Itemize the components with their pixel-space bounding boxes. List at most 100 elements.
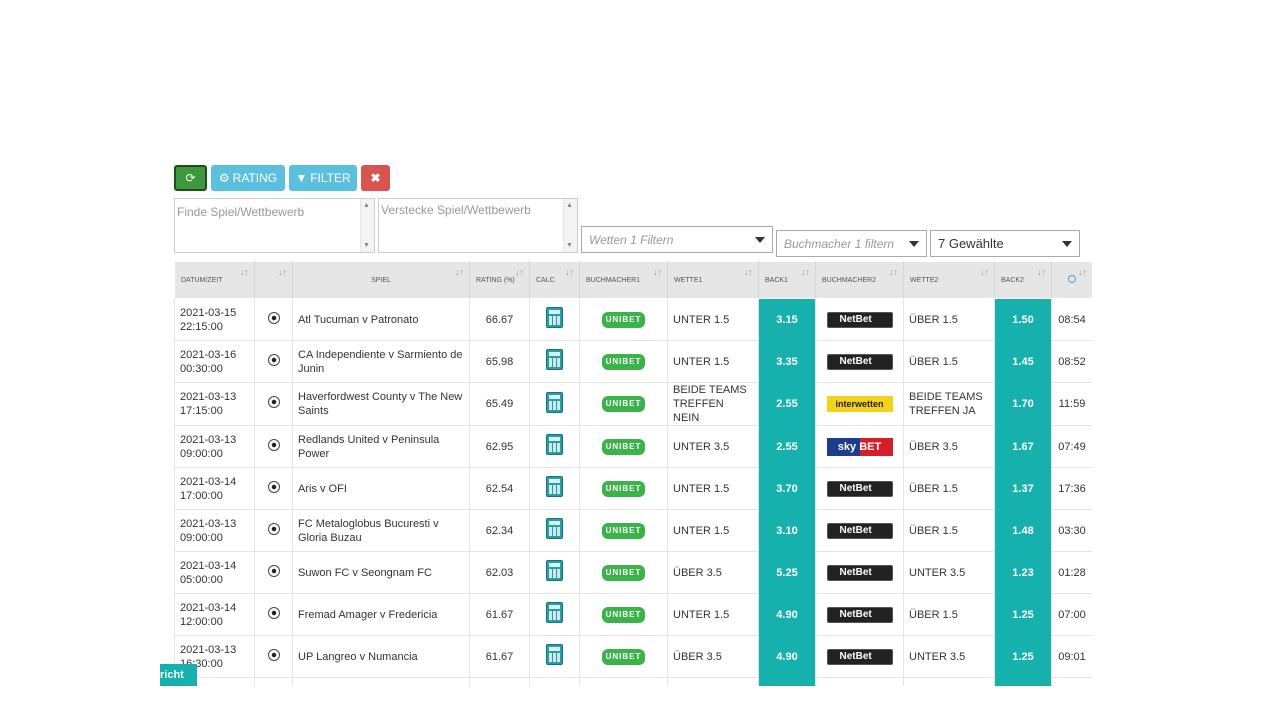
back2-cell[interactable]: 1.23 — [994, 551, 1052, 594]
back1-cell[interactable]: 3.15 — [758, 298, 816, 341]
bet2-cell: ÜBER 1.5 — [903, 340, 995, 383]
back2-cell[interactable]: 1.67 — [994, 425, 1052, 468]
bookmaker1-cell[interactable]: UNIBET — [579, 551, 668, 594]
bookmaker2-cell[interactable]: sky BET — [815, 425, 904, 468]
back1-cell[interactable]: 3.70 — [758, 467, 816, 510]
bookmaker2-cell[interactable]: NetBet — [815, 509, 904, 552]
back2-cell[interactable]: 1.48 — [994, 509, 1052, 552]
bookmaker1-cell[interactable]: UNIBET — [579, 593, 668, 636]
col-header-bet1[interactable]: WETTE1 ↓↑ — [667, 261, 759, 299]
notification-tab[interactable]: richt — [160, 664, 197, 686]
find-match-input[interactable]: Finde Spiel/Wettbewerb ▲ ▼ — [174, 198, 375, 253]
bookmaker1-cell[interactable]: UNIBET — [579, 340, 668, 383]
col-header-bookmaker1[interactable]: BUCHMACHER1 ↓↑ — [579, 261, 668, 299]
match-cell[interactable]: CA Independiente v Sarmiento de Junin — [292, 340, 470, 383]
col-header-calc[interactable]: CALC ↓↑ — [529, 261, 580, 299]
match-cell[interactable]: UP Langreo v Numancia — [292, 635, 470, 678]
bet2-cell: UNTER 3.5 — [903, 551, 995, 594]
calc-cell[interactable] — [529, 382, 580, 426]
calculator-icon[interactable] — [546, 560, 563, 581]
bet1-filter-select[interactable]: Wetten 1 Filtern — [581, 226, 773, 253]
col-header-bookmaker2[interactable]: BUCHMACHER2 ↓↑ — [815, 261, 904, 299]
filter-button[interactable]: ▼ FILTER — [289, 165, 357, 191]
table-row[interactable]: 2021-03-14 17:00:00 Aris v OFI 62.54 UNIBET U… — [174, 467, 1092, 510]
calc-cell[interactable] — [529, 425, 580, 468]
col-header-date[interactable]: DATUM/ZEIT ↓↑ — [174, 261, 255, 299]
col-header-rating[interactable]: RATING (%) ↓↑ — [469, 261, 530, 299]
table-row[interactable]: 2021-03-16 00:30:00 CA Independiente v Sar… — [174, 340, 1092, 383]
back2-cell[interactable]: 1.37 — [994, 467, 1052, 510]
back1-cell[interactable]: 4.90 — [758, 593, 816, 636]
bookmaker1-filter-select[interactable]: Buchmacher 1 filtern — [776, 230, 927, 257]
rating-button[interactable]: ⚙ RATING — [211, 165, 285, 191]
bookmaker2-cell[interactable]: NetBet — [815, 467, 904, 510]
table-row[interactable]: 2021-03-13 09:00:00 Redlands United v Peni… — [174, 425, 1092, 468]
calculator-icon[interactable] — [546, 602, 563, 623]
col-header-sport[interactable]: ↓↑ — [254, 261, 293, 299]
bookmaker2-cell[interactable]: interwetten — [815, 382, 904, 426]
match-cell[interactable]: Redlands United v Peninsula Power — [292, 425, 470, 468]
calc-cell[interactable] — [529, 509, 580, 552]
calc-cell[interactable] — [529, 467, 580, 510]
bookmaker2-cell[interactable]: NetBet — [815, 635, 904, 678]
back2-cell[interactable]: 1.50 — [994, 298, 1052, 341]
match-cell[interactable]: FC Metaloglobus Bucuresti v Gloria Buzau — [292, 509, 470, 552]
table-row[interactable]: 2021-03-13 09:00:00 FC Metaloglobus Bucure… — [174, 509, 1092, 552]
calculator-icon[interactable] — [546, 518, 563, 539]
updated-cell: 03:30 — [1051, 509, 1092, 552]
calculator-icon[interactable] — [546, 644, 563, 665]
calculator-icon[interactable] — [546, 391, 563, 413]
calculator-icon[interactable] — [546, 349, 563, 370]
table-row[interactable]: 2021-03-13 16:30:00 UP Langreo v Numancia 6… — [174, 635, 1092, 678]
scrollbar[interactable]: ▲ ▼ — [563, 199, 577, 252]
calculator-icon[interactable] — [546, 434, 563, 455]
col-header-bet2[interactable]: WETTE2 ↓↑ — [903, 261, 995, 299]
scrollbar[interactable]: ▲ ▼ — [360, 199, 374, 252]
table-row[interactable]: 2021-03-14 12:00:00 Fremad Amager v Freder… — [174, 593, 1092, 636]
back1-cell[interactable]: 2.55 — [758, 382, 816, 426]
table-row[interactable]: 2021-03-15 22:15:00 Atl Tucuman v Patronat… — [174, 298, 1092, 341]
match-cell[interactable]: Atl Tucuman v Patronato — [292, 298, 470, 341]
col-header-back2[interactable]: BACK2 ↓↑ — [994, 261, 1052, 299]
back1-cell[interactable]: 2.55 — [758, 425, 816, 468]
clear-filter-button[interactable]: ✖ — [361, 165, 390, 191]
back1-cell[interactable]: 3.35 — [758, 340, 816, 383]
calculator-icon[interactable] — [546, 307, 563, 328]
col-header-back1[interactable]: BACK1 ↓↑ — [758, 261, 816, 299]
bookmaker1-cell[interactable]: UNIBET — [579, 382, 668, 426]
bookmaker1-cell[interactable]: UNIBET — [579, 467, 668, 510]
bookmaker1-cell[interactable]: UNIBET — [579, 509, 668, 552]
match-cell[interactable]: Suwon FC v Seongnam FC — [292, 551, 470, 594]
calc-cell[interactable] — [529, 340, 580, 383]
table-row[interactable]: 2021-03-14 05:00:00 Suwon FC v Seongnam FC… — [174, 551, 1092, 594]
calc-cell[interactable] — [529, 635, 580, 678]
hide-match-input[interactable]: Verstecke Spiel/Wettbewerb ▲ ▼ — [378, 198, 578, 253]
back1-cell[interactable]: 3.10 — [758, 509, 816, 552]
match-cell[interactable]: Aris v OFI — [292, 467, 470, 510]
selected-filter-select[interactable]: 7 Gewählte — [930, 230, 1080, 257]
back2-cell[interactable]: 1.45 — [994, 340, 1052, 383]
col-header-updated[interactable]: ↓↑ — [1051, 261, 1092, 299]
calc-cell[interactable] — [529, 551, 580, 594]
back1-cell[interactable]: 5.25 — [758, 551, 816, 594]
back1-cell[interactable]: 4.90 — [758, 635, 816, 678]
bookmaker2-cell[interactable]: NetBet — [815, 298, 904, 341]
table-row[interactable]: 2021-03-13 17:15:00 Haverfordwest County v… — [174, 382, 1092, 426]
match-cell[interactable]: Haverfordwest County v The New Saints — [292, 382, 470, 426]
refresh-button[interactable]: ⟳ — [174, 165, 207, 191]
bookmaker1-cell[interactable]: UNIBET — [579, 298, 668, 341]
calculator-icon[interactable] — [546, 476, 563, 497]
bookmaker2-cell[interactable]: NetBet — [815, 340, 904, 383]
col-header-match[interactable]: SPIEL ↓↑ — [292, 261, 470, 299]
calc-cell[interactable] — [529, 593, 580, 636]
back2-cell[interactable]: 1.25 — [994, 593, 1052, 636]
bookmaker1-cell[interactable]: UNIBET — [579, 425, 668, 468]
match-cell[interactable]: Fremad Amager v Fredericia — [292, 593, 470, 636]
date-cell: 2021-03-13 09:00:00 — [174, 509, 255, 552]
calc-cell[interactable] — [529, 298, 580, 341]
back2-cell[interactable]: 1.25 — [994, 635, 1052, 678]
bookmaker2-cell[interactable]: NetBet — [815, 593, 904, 636]
back2-cell[interactable]: 1.70 — [994, 382, 1052, 426]
bookmaker2-cell[interactable]: NetBet — [815, 551, 904, 594]
bookmaker1-cell[interactable]: UNIBET — [579, 635, 668, 678]
